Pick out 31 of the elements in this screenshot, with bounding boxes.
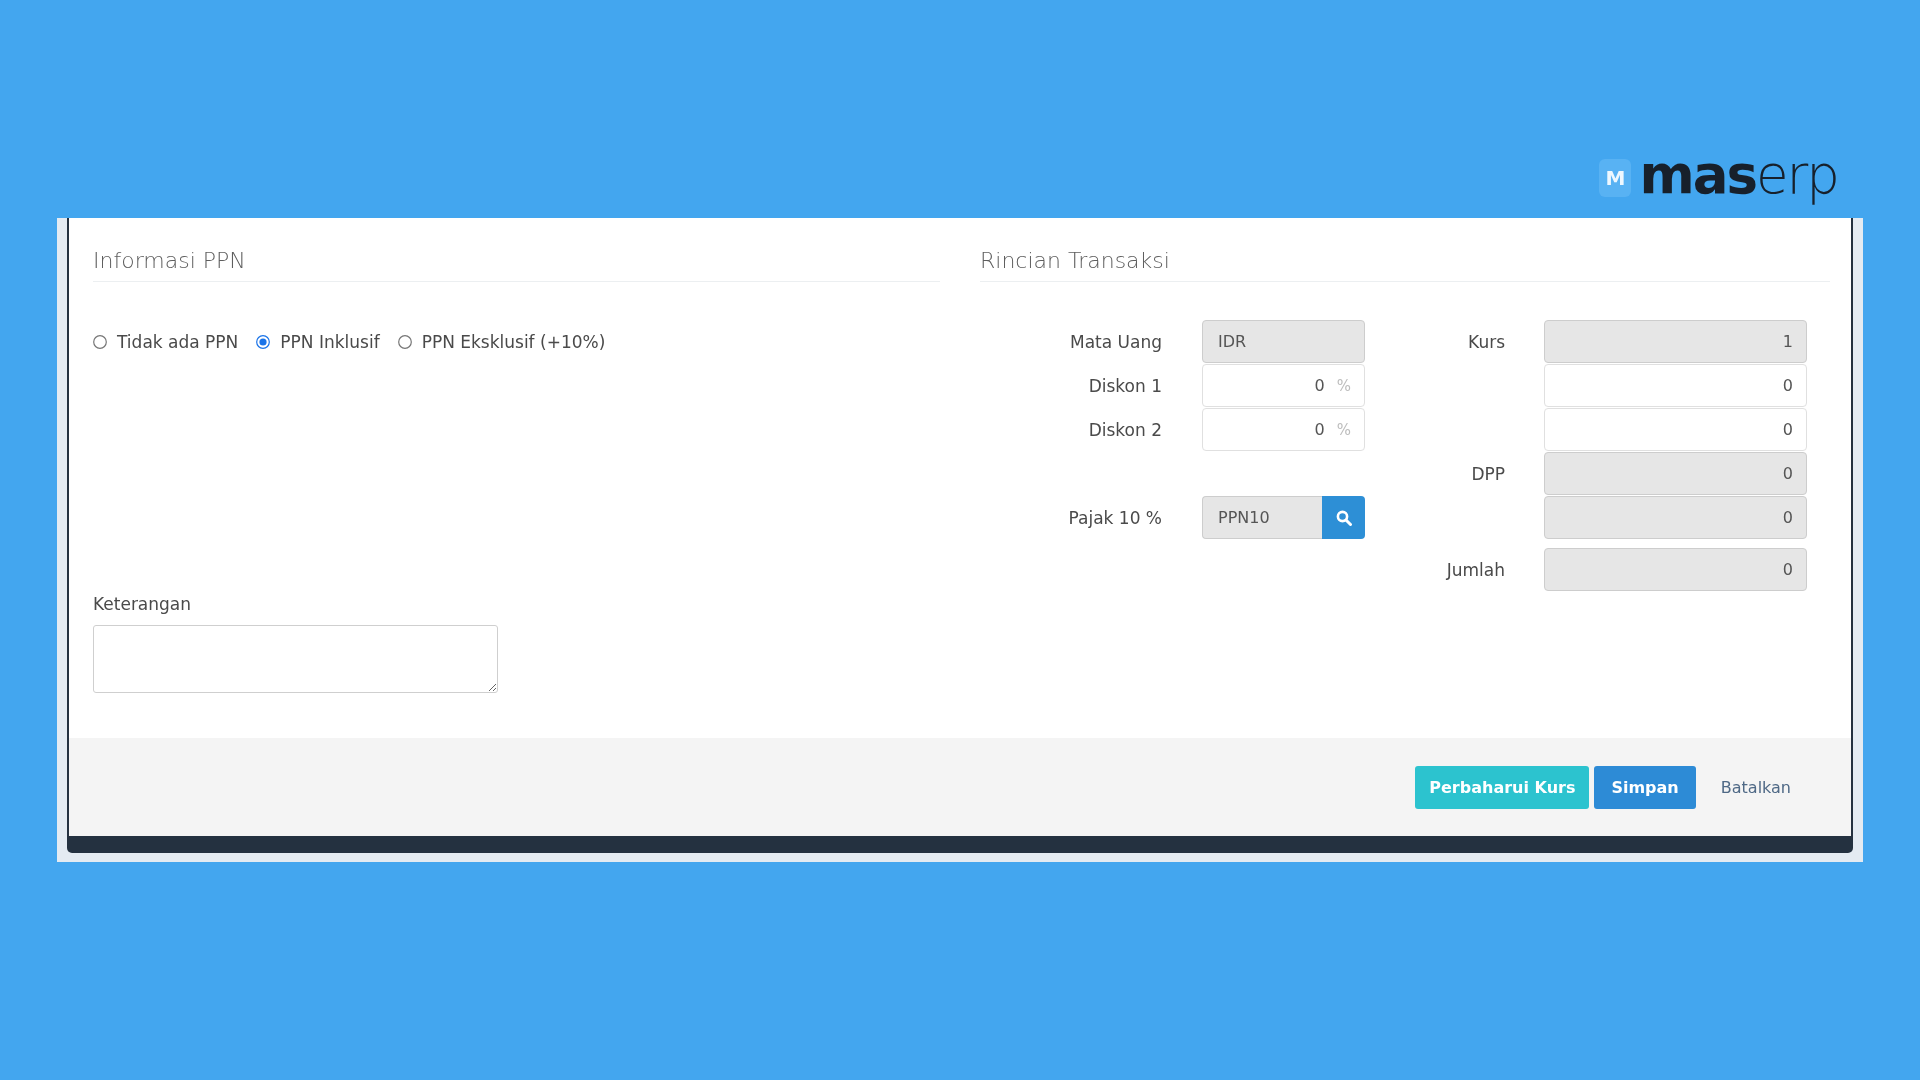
field-label: Mata Uang — [1070, 330, 1162, 353]
radio-button[interactable] — [93, 335, 107, 349]
number-field[interactable]: 0 — [1544, 496, 1807, 539]
number-field[interactable]: 1 — [1544, 320, 1807, 363]
radio-label: Tidak ada PPN — [117, 331, 239, 353]
save-button[interactable]: Simpan — [1594, 765, 1696, 809]
field-label: Kurs — [1468, 330, 1505, 353]
field-label: Keterangan — [93, 593, 192, 615]
field-label: Jumlah — [1446, 558, 1505, 581]
search-button[interactable] — [1322, 496, 1365, 539]
number-field[interactable]: 0 — [1544, 548, 1807, 591]
section-title: Rincian Transaksi — [980, 248, 1830, 282]
search-icon — [1335, 509, 1352, 526]
radio-label: PPN Inklusif — [280, 331, 380, 353]
number-field[interactable]: 0 — [1544, 408, 1807, 451]
field-label: Pajak 10 % — [1068, 506, 1162, 529]
radio-button[interactable] — [256, 335, 271, 349]
number-field[interactable]: 0 — [1544, 452, 1807, 495]
percent-field[interactable]: 0 % — [1202, 364, 1365, 407]
radio-button[interactable] — [397, 335, 412, 349]
number-field[interactable]: 0 — [1544, 364, 1807, 407]
radio-label: PPN Eksklusif (+10%) — [421, 331, 606, 353]
field-label: Diskon 2 — [1088, 418, 1162, 441]
cancel-link[interactable]: Batalkan — [1700, 765, 1811, 809]
section-title: Informasi PPN — [93, 248, 940, 282]
lookup-field[interactable]: PPN10 — [1202, 496, 1322, 539]
percent-field[interactable]: 0 % — [1202, 408, 1365, 451]
field-label: DPP — [1471, 462, 1505, 485]
notes-field[interactable] — [93, 625, 498, 693]
text-field[interactable]: IDR — [1202, 320, 1365, 363]
field-label: Diskon 1 — [1088, 374, 1162, 397]
